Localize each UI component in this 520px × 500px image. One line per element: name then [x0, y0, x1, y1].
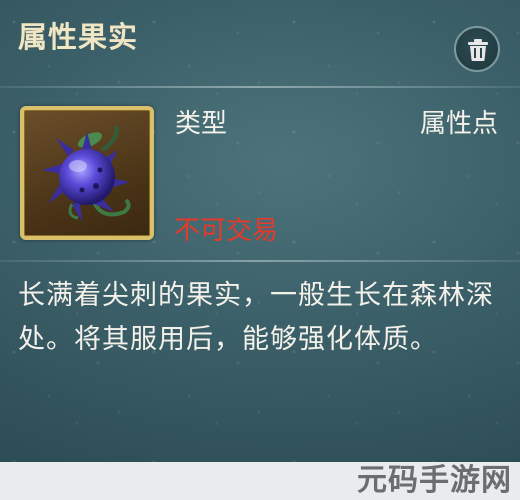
header-divider: [0, 86, 520, 88]
item-description: 长满着尖刺的果实，一般生长在森林深处。将其服用后，能够强化体质。: [18, 280, 494, 355]
item-type-label: 类型: [175, 109, 228, 139]
trade-status-text: 不可交易: [174, 216, 279, 246]
item-name-title: 属性果实: [18, 20, 139, 54]
description-divider: [0, 260, 520, 262]
item-icon-frame[interactable]: [20, 106, 154, 240]
discard-button[interactable]: [454, 26, 500, 72]
item-type-value: 属性点: [419, 109, 498, 139]
spiked-berry-icon: [42, 125, 131, 222]
site-watermark: 元码手游网: [357, 463, 512, 498]
item-tooltip-panel: 属性果实 类型 属性点 不可交易 长满着尖刺的果实，一般生长在森林深处。将其服用…: [0, 0, 520, 462]
trash-icon: [468, 39, 488, 61]
